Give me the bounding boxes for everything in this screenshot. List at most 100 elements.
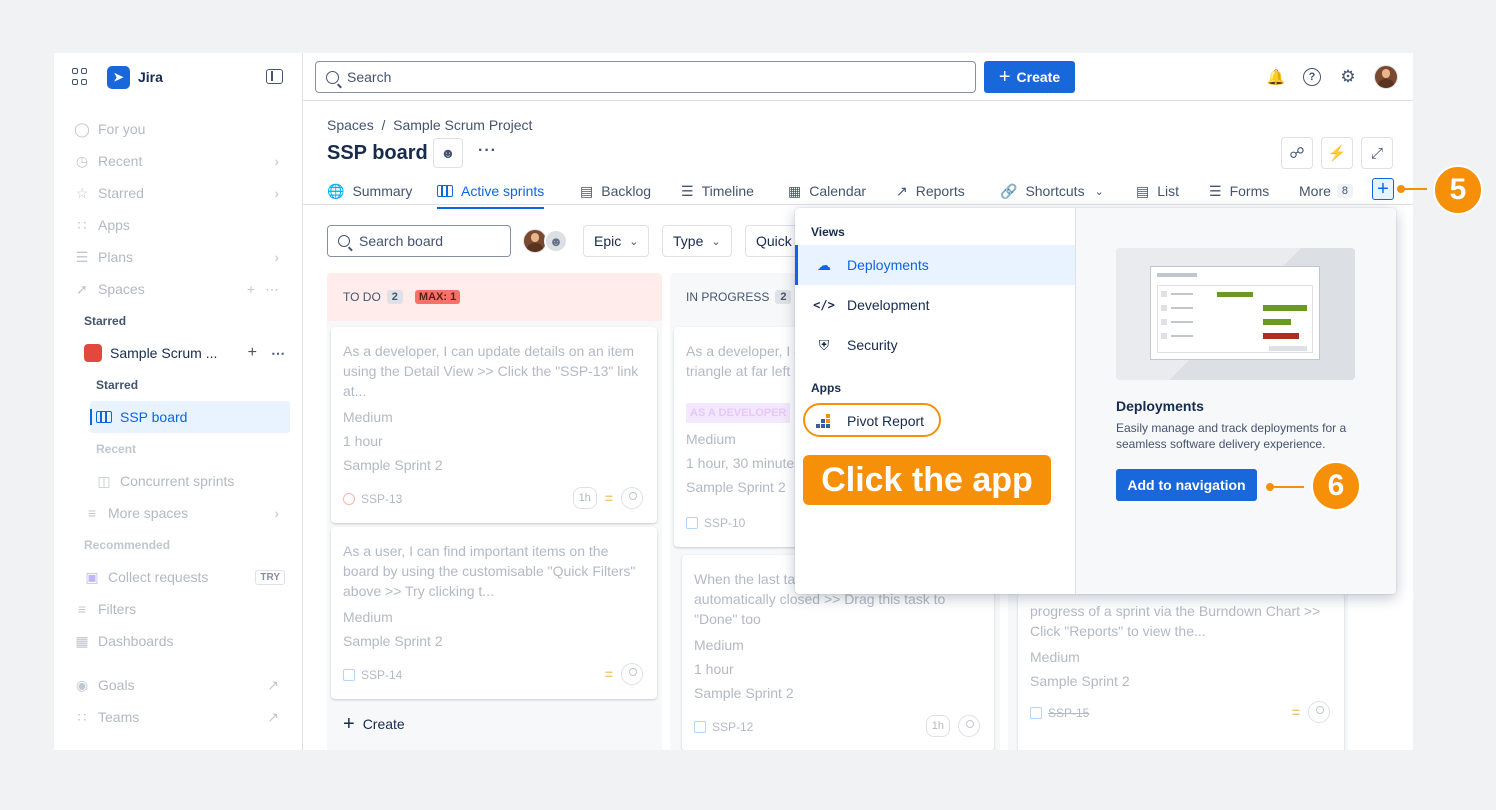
more-actions-icon[interactable]: ··· — [478, 142, 497, 160]
sidebar-item-label: Filters — [98, 601, 137, 617]
external-link-icon: ↗ — [267, 708, 279, 725]
tab-timeline[interactable]: ☰ Timeline — [681, 177, 754, 205]
sidebar-header: ➤ Jira — [54, 53, 302, 101]
tab-label: Backlog — [601, 183, 652, 199]
sidebar-item-starred[interactable]: ☆ Starred › — [74, 180, 289, 206]
card-key[interactable]: SSP-13 — [343, 489, 402, 509]
sidebar-item-ssp-board[interactable]: SSP board — [90, 401, 290, 433]
unassigned-avatar-filter[interactable]: ☻ — [544, 229, 568, 253]
sidebar-item-for-you[interactable]: ◯ For you — [74, 116, 289, 142]
sidebar-item-plans[interactable]: ☰ Plans › — [74, 244, 289, 270]
tab-list[interactable]: ▤ List — [1136, 177, 1179, 205]
unassigned-avatar[interactable] — [958, 715, 980, 737]
sidebar-subsection-recent: Recent — [96, 442, 137, 456]
epic-filter-dropdown[interactable]: Epic ⌄ — [583, 225, 650, 257]
tab-calendar[interactable]: ▦ Calendar — [788, 177, 866, 205]
more-actions-icon[interactable]: ⋯ — [271, 345, 285, 362]
card-sprint: Sample Sprint 2 — [1030, 673, 1130, 689]
unassigned-avatar[interactable] — [621, 663, 643, 685]
sidebar-item-teams[interactable]: ∷ Teams ↗ — [74, 704, 289, 730]
team-members-icon[interactable]: ☻ — [433, 138, 463, 168]
sidebar-item-spaces[interactable]: ➚ Spaces + ⋯ — [74, 276, 289, 302]
automation-lightning-icon[interactable]: ⚡ — [1321, 137, 1353, 169]
sidebar-item-label: Dashboards — [98, 633, 174, 649]
board-card[interactable]: As a user, I can find important items on… — [331, 527, 657, 699]
column-count-badge: 2 — [386, 290, 403, 304]
tab-shortcuts[interactable]: 🔗 Shortcuts ⌄ — [1000, 177, 1104, 205]
plus-icon: + — [343, 713, 355, 735]
sidebar-item-filters[interactable]: ≡ Filters — [74, 596, 289, 622]
app-switcher-icon[interactable] — [72, 68, 90, 86]
code-icon: </> — [813, 298, 835, 312]
tab-summary[interactable]: 🌐 Summary — [327, 177, 412, 205]
sidebar-item-more-spaces[interactable]: ≡ More spaces › — [84, 500, 289, 526]
board-search-input[interactable]: Search board — [327, 225, 511, 257]
app-name[interactable]: Jira — [138, 69, 163, 85]
breadcrumb[interactable]: Spaces / Sample Scrum Project — [327, 117, 532, 133]
jira-logo-icon[interactable]: ➤ — [107, 65, 130, 89]
create-label: Create — [362, 716, 405, 732]
chevron-right-icon: › — [274, 249, 279, 265]
column-name: TO DO — [343, 290, 381, 304]
sidebar-item-concurrent-sprints[interactable]: ◫ Concurrent sprints — [96, 468, 289, 494]
sidebar-item-dashboards[interactable]: ▦ Dashboards — [74, 628, 289, 654]
unassigned-avatar[interactable] — [621, 487, 643, 509]
card-sprint: Sample Sprint 2 — [343, 457, 443, 473]
card-key[interactable]: SSP-14 — [343, 665, 402, 685]
filter-label: Epic — [594, 233, 622, 249]
clock-icon: ◷ — [75, 152, 89, 169]
type-filter-dropdown[interactable]: Type ⌄ — [662, 225, 732, 257]
sidebar-item-goals[interactable]: ◉ Goals ↗ — [74, 672, 289, 698]
page-title: SSP board — [327, 142, 428, 164]
share-icon[interactable]: ☍ — [1281, 137, 1313, 169]
menu-item-label: Deployments — [847, 257, 929, 273]
create-issue-button[interactable]: + Create — [343, 714, 405, 734]
dropdown-detail-panel: Deployments Easily manage and track depl… — [1075, 208, 1396, 594]
settings-gear-icon[interactable]: ⚙ — [1339, 67, 1357, 86]
add-icon[interactable]: + — [248, 344, 257, 362]
notifications-bell-icon[interactable]: 🔔 — [1267, 68, 1286, 86]
card-sprint: Sample Sprint 2 — [694, 685, 794, 701]
tab-reports[interactable]: ↗ Reports — [896, 177, 965, 205]
menu-item-development[interactable]: </> Development — [795, 285, 1075, 325]
sidebar-item-apps[interactable]: ∷ Apps — [74, 212, 289, 238]
sidebar-project-sample-scrum[interactable]: Sample Scrum ... + ⋯ — [84, 341, 289, 365]
chart-line-icon: ↗ — [896, 182, 908, 199]
dashboard-icon: ▦ — [75, 632, 89, 649]
add-tab-plus-button[interactable]: + — [1372, 178, 1394, 200]
board-card[interactable]: progress of a sprint via the Burndown Ch… — [1018, 593, 1344, 750]
try-badge: TRY — [255, 569, 285, 585]
unassigned-avatar[interactable] — [1308, 701, 1330, 723]
add-view-dropdown: Views ☁ Deployments </> Development ⛨ Se… — [795, 208, 1396, 594]
tab-active-sprints[interactable]: Active sprints — [437, 177, 545, 209]
board-card[interactable]: As a developer, I can update details on … — [331, 327, 657, 523]
backlog-icon: ▤ — [580, 182, 594, 199]
priority-medium-icon: = — [604, 666, 613, 682]
sidebar-item-recent[interactable]: ◷ Recent › — [74, 148, 289, 174]
tab-more[interactable]: More 8 — [1299, 177, 1354, 205]
add-space-icon[interactable]: + — [247, 281, 255, 297]
chevron-down-icon: ⌄ — [629, 235, 639, 248]
help-icon[interactable]: ? — [1303, 68, 1321, 86]
search-placeholder: Search board — [359, 233, 444, 249]
more-actions-icon[interactable]: ⋯ — [265, 281, 279, 298]
user-avatar[interactable] — [1374, 65, 1398, 89]
collapse-sidebar-icon[interactable] — [266, 69, 283, 84]
search-input[interactable]: Search — [315, 61, 976, 93]
fullscreen-expand-icon[interactable]: ⤢ — [1361, 137, 1393, 169]
card-estimate: 1 hour — [343, 433, 383, 449]
card-key[interactable]: SSP-12 — [694, 717, 753, 737]
sidebar-item-collect-requests[interactable]: ▣ Collect requests TRY — [84, 564, 289, 590]
menu-item-security[interactable]: ⛨ Security — [795, 325, 1075, 365]
chevron-right-icon: › — [274, 185, 279, 201]
jira-app-window: ➤ Jira ◯ For you ◷ Recent › ☆ Starred › … — [54, 53, 1413, 750]
create-button[interactable]: + Create — [984, 61, 1075, 93]
tab-backlog[interactable]: ▤ Backlog — [580, 177, 651, 205]
tab-forms[interactable]: ☰ Forms — [1209, 177, 1269, 205]
menu-item-deployments[interactable]: ☁ Deployments — [795, 245, 1075, 285]
step-6-marker: 6 — [1311, 461, 1361, 511]
add-to-navigation-button[interactable]: Add to navigation — [1116, 469, 1257, 501]
card-key[interactable]: SSP-15 — [1030, 703, 1089, 723]
card-key[interactable]: SSP-10 — [686, 513, 745, 533]
card-summary: progress of a sprint via the Burndown Ch… — [1030, 603, 1321, 639]
